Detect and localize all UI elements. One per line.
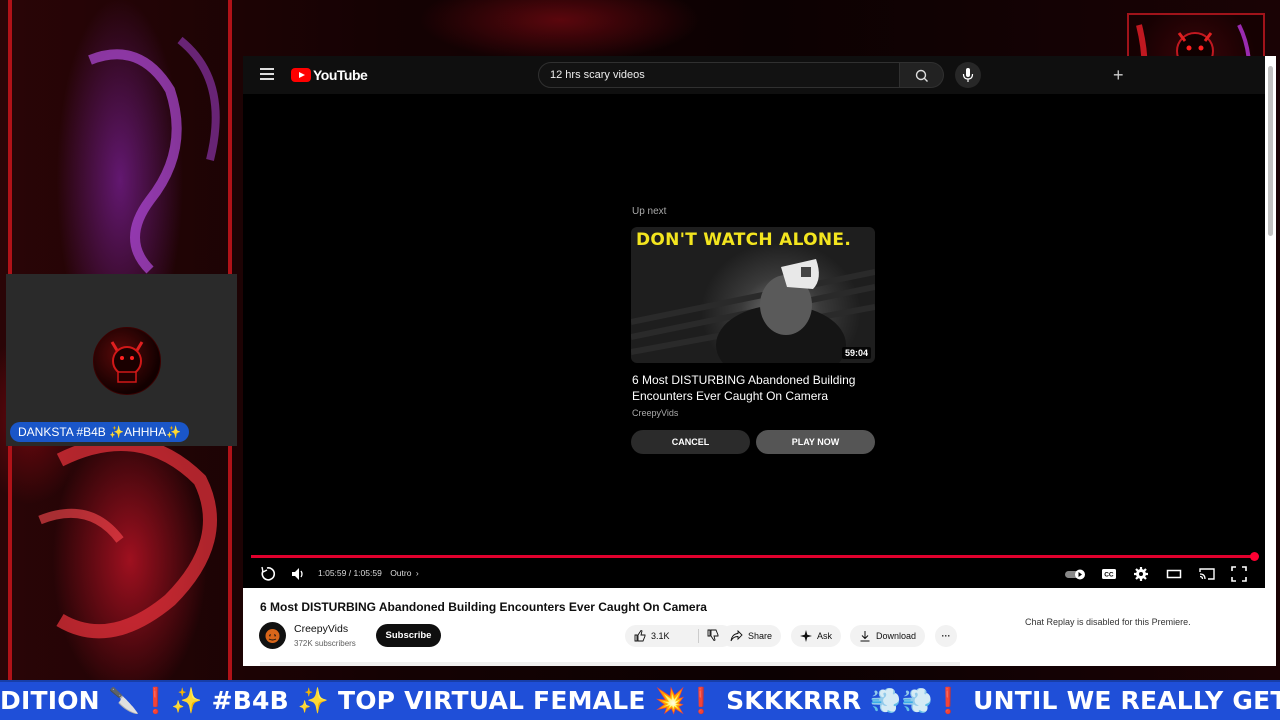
ask-button[interactable]: Ask — [791, 625, 842, 647]
search-button[interactable] — [900, 62, 944, 88]
create-button[interactable]: + — [1113, 66, 1124, 84]
time-value: 1:05:59 / 1:05:59 — [318, 568, 382, 578]
replay-button[interactable] — [257, 564, 277, 584]
upnext-thumbnail[interactable]: DON'T WATCH ALONE. 59:04 — [631, 227, 875, 363]
voice-search-button[interactable] — [955, 62, 981, 88]
channel-avatar[interactable] — [259, 622, 286, 649]
progress-scrubber[interactable] — [1250, 552, 1259, 561]
channel-name[interactable]: CreepyVids — [294, 623, 348, 635]
volume-icon — [292, 568, 303, 580]
cast-button[interactable] — [1197, 564, 1217, 584]
divider — [698, 629, 699, 643]
fullscreen-icon — [1231, 566, 1247, 582]
microphone-icon — [962, 68, 974, 82]
stream-ticker: DITION 🔪❗✨ #B4B ✨ TOP VIRTUAL FEMALE 💥❗ … — [0, 680, 1280, 720]
streamer-avatar — [93, 327, 161, 395]
progress-fill — [251, 552, 1259, 561]
like-button[interactable]: 3.1K — [634, 630, 690, 642]
hamburger-menu-icon[interactable] — [260, 68, 274, 80]
theater-mode-icon — [1166, 569, 1182, 579]
play-now-button[interactable]: PLAY NOW — [756, 430, 875, 454]
thumbs-up-icon — [634, 630, 646, 642]
description-box-edge — [260, 662, 960, 666]
duration-badge: 59:04 — [841, 347, 871, 359]
youtube-header: YouTube 12 hrs scary videos + — [243, 56, 1265, 94]
theater-mode-button[interactable] — [1164, 564, 1184, 584]
settings-button[interactable] — [1131, 564, 1151, 584]
page-scrollbar[interactable] — [1265, 56, 1276, 666]
time-display: 1:05:59 / 1:05:59 Outro › — [318, 568, 419, 578]
share-icon — [730, 630, 743, 642]
chat-replay-notice: Chat Replay is disabled for this Premier… — [1025, 617, 1191, 627]
like-count: 3.1K — [651, 631, 670, 641]
replay-icon — [261, 566, 276, 581]
subscriber-count: 372K subscribers — [294, 639, 356, 648]
cast-icon — [1199, 568, 1215, 580]
player-controls: 1:05:59 / 1:05:59 Outro › CC — [243, 564, 1265, 588]
progress-bar[interactable] — [251, 552, 1259, 561]
chevron-right-icon[interactable]: › — [416, 568, 419, 578]
upnext-video-title[interactable]: 6 Most DISTURBING Abandoned Building Enc… — [632, 372, 882, 404]
share-label: Share — [748, 631, 773, 641]
svg-text:CC: CC — [1104, 572, 1114, 579]
upnext-channel-name[interactable]: CreepyVids — [632, 408, 678, 418]
thumbnail-text: DON'T WATCH ALONE. — [636, 230, 852, 250]
download-button[interactable]: Download — [850, 625, 926, 647]
video-player[interactable]: Up next DON'T WATCH ALONE. 59:04 6 Most … — [243, 94, 1265, 588]
ask-label: Ask — [817, 631, 833, 641]
sparkle-icon — [800, 630, 812, 642]
autoplay-toggle[interactable] — [1063, 564, 1089, 584]
cancel-button[interactable]: CANCEL — [631, 430, 750, 454]
thumbs-down-icon — [707, 629, 719, 642]
like-dislike-group: 3.1K — [625, 625, 733, 647]
chapter-name[interactable]: Outro — [390, 568, 411, 578]
volume-button[interactable] — [288, 564, 308, 584]
scrollbar-thumb[interactable] — [1268, 66, 1273, 236]
captions-icon: CC — [1102, 569, 1116, 579]
upnext-label: Up next — [632, 206, 667, 217]
streamer-name-badge: DANKSTA #B4B ✨AHHHA✨ — [10, 422, 190, 442]
ticker-text: DITION 🔪❗✨ #B4B ✨ TOP VIRTUAL FEMALE 💥❗ … — [0, 686, 1280, 715]
subscribe-button[interactable]: Subscribe — [376, 624, 441, 647]
youtube-play-icon — [291, 68, 311, 82]
captions-button[interactable]: CC — [1099, 564, 1119, 584]
search-icon — [915, 69, 928, 82]
video-info-panel: 6 Most DISTURBING Abandoned Building Enc… — [243, 588, 1265, 666]
pumpkin-avatar-icon — [265, 629, 280, 643]
download-label: Download — [876, 631, 917, 641]
autoplay-toggle-icon — [1065, 569, 1085, 580]
search-input[interactable]: 12 hrs scary videos — [538, 62, 900, 88]
download-icon — [860, 631, 870, 642]
youtube-logo[interactable]: YouTube — [291, 67, 368, 83]
share-button[interactable]: Share — [721, 625, 782, 647]
webcam-overlay — [6, 274, 237, 446]
youtube-window: YouTube 12 hrs scary videos + Up next DO… — [243, 56, 1265, 666]
fullscreen-button[interactable] — [1229, 564, 1249, 584]
devil-mascot-icon — [110, 341, 144, 383]
video-title: 6 Most DISTURBING Abandoned Building Enc… — [260, 600, 707, 614]
gear-icon — [1134, 567, 1148, 581]
more-actions-button[interactable]: ··· — [935, 625, 957, 647]
youtube-logo-text: YouTube — [313, 67, 368, 83]
